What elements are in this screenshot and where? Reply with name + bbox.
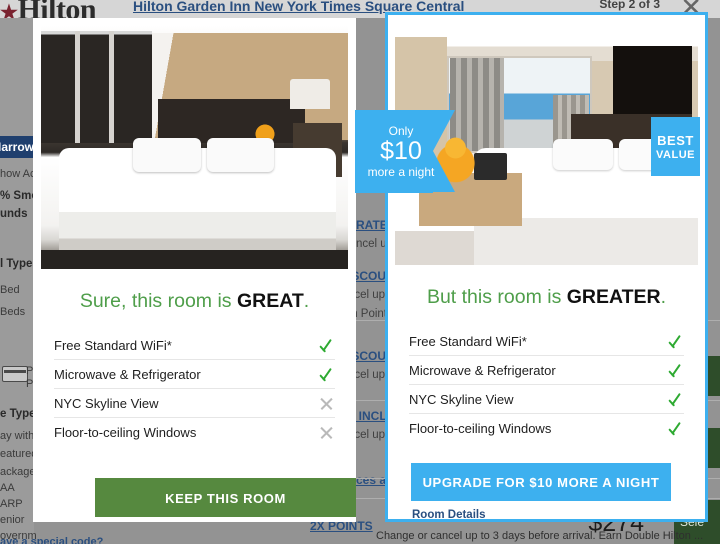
feature-row: NYC Skyline View [409, 385, 684, 414]
upgrade-room-headline: But this room is GREATER. [388, 286, 705, 309]
headline-prefix: Sure, this room is [79, 290, 237, 312]
headline-suffix: . [303, 290, 310, 312]
feature-row: NYC Skyline View [54, 389, 335, 418]
filters-sidebar: Narrow how Acc % Smo unds l Types Bed Be… [0, 18, 41, 544]
check-icon [667, 420, 684, 437]
standard-room-headline: Sure, this room is GREAT. [33, 290, 356, 313]
feature-row: Floor-to-ceiling Windows [409, 414, 684, 443]
sidebar-item-aaa[interactable]: AA [0, 482, 15, 494]
feature-label: NYC Skyline View [54, 395, 159, 411]
check-icon [318, 337, 335, 354]
upgrade-button[interactable]: UPGRADE FOR $10 MORE A NIGHT [411, 463, 671, 501]
badge-only-label: Only [388, 123, 414, 138]
standard-room-feature-list: Free Standard WiFi* Microwave & Refriger… [54, 331, 335, 447]
headline-prefix: But this room is [426, 286, 567, 308]
standard-room-card: Sure, this room is GREAT. Free Standard … [33, 18, 356, 522]
sidebar-item-refunds[interactable]: unds [0, 208, 27, 220]
special-code-link[interactable]: ave a special code? [0, 536, 103, 544]
headline-emphasis: GREAT [236, 290, 304, 312]
narrow-results-button[interactable]: Narrow [0, 136, 36, 158]
keep-this-room-button[interactable]: KEEP THIS ROOM [95, 478, 356, 517]
upgrade-room-feature-list: Free Standard WiFi* Microwave & Refriger… [409, 327, 684, 443]
check-icon [667, 362, 684, 379]
feature-label: Free Standard WiFi* [409, 333, 527, 349]
upgrade-room-card: But this room is GREATER. Free Standard … [385, 12, 708, 522]
feature-row: Microwave & Refrigerator [409, 356, 684, 385]
feature-row: Free Standard WiFi* [54, 331, 335, 360]
badge-price-label: $10 [380, 137, 422, 166]
cross-icon [318, 424, 335, 441]
credit-card-icon [2, 366, 28, 382]
feature-label: Microwave & Refrigerator [409, 362, 556, 378]
step-indicator: Step 2 of 3 [599, 0, 660, 11]
feature-label: Free Standard WiFi* [54, 337, 172, 353]
feature-label: NYC Skyline View [409, 391, 514, 407]
feature-row: Floor-to-ceiling Windows [54, 418, 335, 447]
rate-terms-text: Change or cancel up to 3 days before arr… [376, 530, 704, 542]
headline-emphasis: GREATER [566, 286, 661, 308]
check-icon [667, 391, 684, 408]
sidebar-item-one-bed[interactable]: Bed [0, 284, 20, 296]
headline-suffix: . [660, 286, 667, 308]
check-icon [667, 333, 684, 350]
feature-label: Microwave & Refrigerator [54, 366, 201, 382]
best-value-line-1: BEST [657, 132, 694, 148]
sidebar-heading-rate-type: e Type [0, 408, 36, 420]
best-value-line-2: VALUE [656, 148, 695, 161]
room-details-link[interactable]: Room Details [412, 509, 486, 519]
rate-link-rate[interactable]: RATE [356, 218, 388, 232]
check-icon [318, 366, 335, 383]
upsell-price-badge: Only $10 more a night [355, 110, 455, 193]
standard-room-photo [41, 26, 348, 269]
sidebar-item-pay-with[interactable]: ay with [0, 430, 34, 442]
feature-row: Free Standard WiFi* [409, 327, 684, 356]
feature-label: Floor-to-ceiling Windows [54, 425, 197, 440]
sidebar-item-two-beds[interactable]: Beds [0, 306, 25, 318]
badge-more-label: more a night [367, 164, 435, 179]
feature-label: Floor-to-ceiling Windows [409, 421, 552, 436]
best-value-badge: BEST VALUE [651, 117, 700, 176]
sidebar-item-aarp[interactable]: ARP [0, 498, 23, 510]
feature-row: Microwave & Refrigerator [54, 360, 335, 389]
upsell-modal-screen: ★Hilton Garden Inn Hilton Garden Inn New… [0, 0, 720, 544]
sidebar-item-senior[interactable]: enior [0, 514, 24, 526]
cross-icon [318, 395, 335, 412]
sidebar-item-featured[interactable]: eatured [0, 448, 37, 460]
